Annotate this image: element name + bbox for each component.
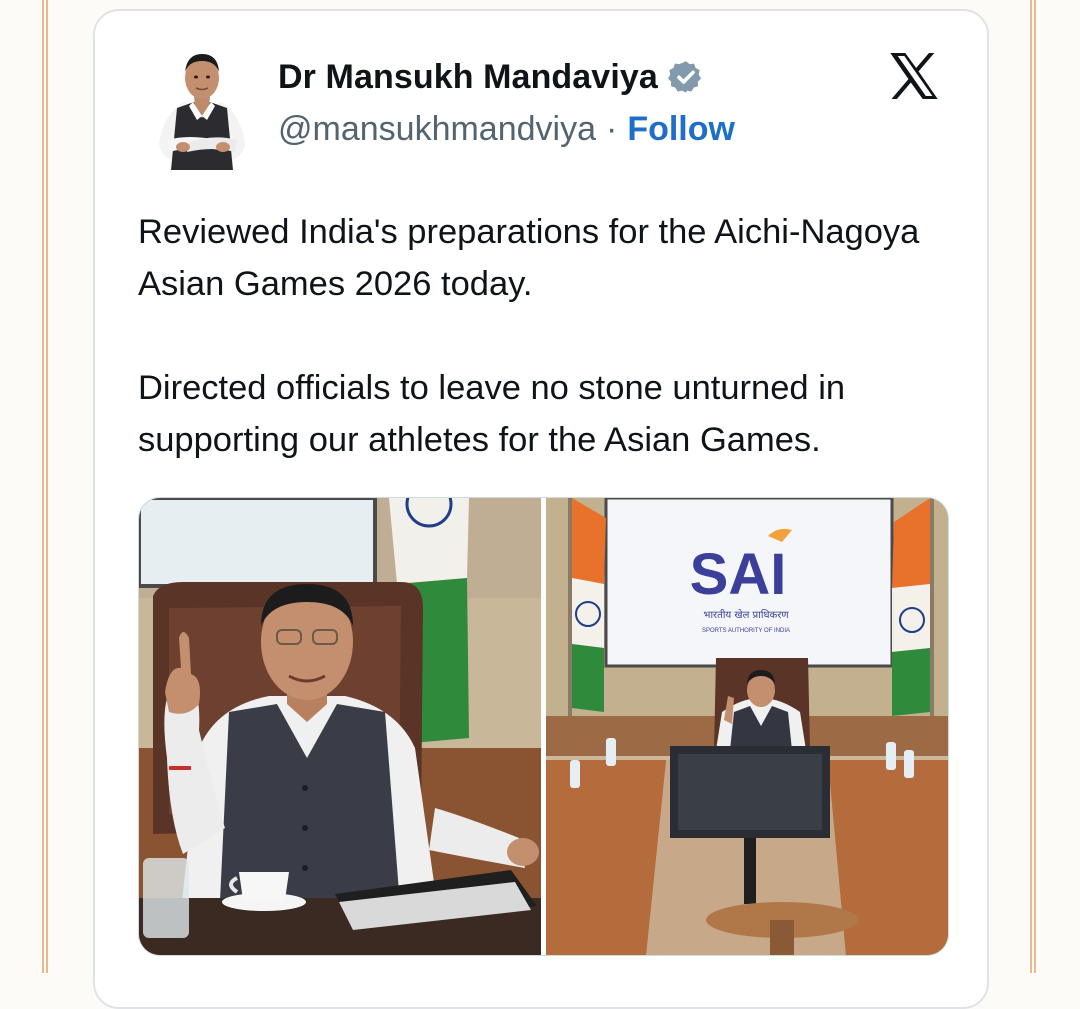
author-name-row: Dr Mansukh Mandaviya xyxy=(278,55,704,99)
author-handle[interactable]: @mansukhmandviya xyxy=(278,110,596,149)
follow-button[interactable]: Follow xyxy=(627,110,735,149)
author-name[interactable]: Dr Mansukh Mandaviya xyxy=(278,58,658,97)
handle-separator: · xyxy=(606,110,618,148)
media-photo-right[interactable]: SAI भारतीय खेल प्राधिकरण SPORTS AUTHORIT… xyxy=(546,498,948,955)
tweet-card[interactable]: Dr Mansukh Mandaviya @mansukhmandviya · … xyxy=(93,9,989,1009)
screen-subtitle-english: SPORTS AUTHORITY OF INDIA xyxy=(702,628,790,634)
verified-badge-icon xyxy=(667,59,704,95)
handle-row: @mansukhmandviya · Follow xyxy=(278,110,735,149)
page-border-left xyxy=(42,0,48,973)
screen-logo: SAI xyxy=(690,542,787,607)
tweet-paragraph: Directed officials to leave no stone unt… xyxy=(138,369,846,459)
tweet-text: Reviewed India's preparations for the Ai… xyxy=(138,206,958,466)
media-grid[interactable]: SAI भारतीय खेल प्राधिकरण SPORTS AUTHORIT… xyxy=(138,497,949,956)
page-border-right xyxy=(1030,0,1036,973)
avatar[interactable] xyxy=(139,44,265,170)
tweet-paragraph: Reviewed India's preparations for the Ai… xyxy=(138,213,920,303)
screen-subtitle-hindi: भारतीय खेल प्राधिकरण xyxy=(703,609,789,621)
x-logo-icon[interactable] xyxy=(885,47,943,105)
media-photo-left[interactable] xyxy=(139,498,541,955)
